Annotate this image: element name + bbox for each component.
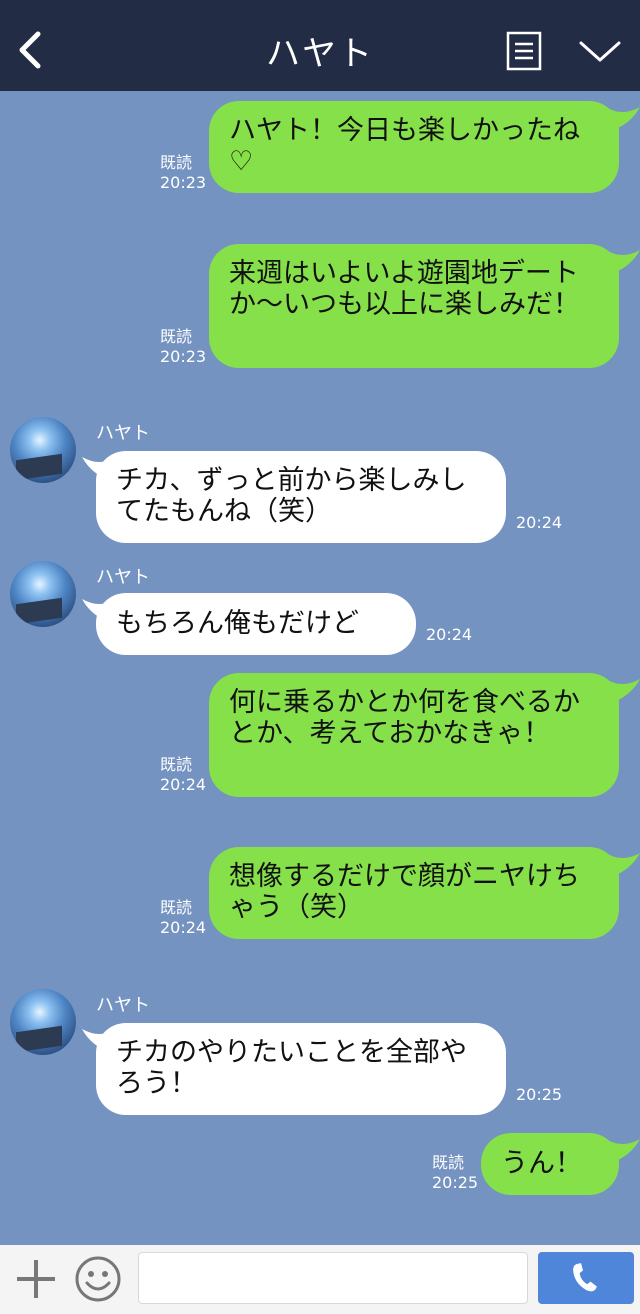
message-time: 20:24 (160, 918, 207, 937)
message-text: チカのやりたいことを全部やろう！ (116, 1037, 467, 1099)
phone-icon (573, 1263, 597, 1292)
message-text: うん！ (501, 1148, 582, 1179)
message-time: 20:24 (516, 513, 563, 532)
message-input[interactable] (138, 1252, 528, 1304)
message-list[interactable]: 既読 20:23 ハヤト！今日も楽しかったね♡ 既読 20:23 来週はいよいよ… (0, 91, 640, 1245)
menu-icon[interactable] (506, 31, 542, 71)
bubble-tail (606, 679, 640, 703)
message-time: 20:24 (426, 625, 473, 644)
message-bubble-sent[interactable]: 何に乗るかとか何を食べるかとか、考えておかなきゃ！ (209, 673, 619, 797)
message-text: ハヤト！今日も楽しかったね♡ (229, 115, 580, 177)
message-meta: 既読 20:24 (160, 755, 206, 795)
message-bubble-sent[interactable]: ハヤト！今日も楽しかったね♡ (209, 101, 619, 193)
bubble-tail (606, 853, 640, 877)
bubble-tail (606, 250, 640, 274)
message-time: 20:25 (516, 1085, 563, 1104)
message-time: 20:23 (160, 173, 207, 192)
read-receipt: 既読 (432, 1153, 465, 1172)
message-bubble-received[interactable]: もちろん俺もだけど (96, 593, 416, 655)
read-receipt: 既読 (160, 898, 193, 917)
message-composer (0, 1245, 640, 1314)
call-button[interactable] (538, 1252, 634, 1304)
avatar[interactable] (10, 989, 76, 1055)
message-bubble-received[interactable]: チカ、ずっと前から楽しみしてたもんね（笑） (96, 451, 506, 543)
avatar[interactable] (10, 417, 76, 483)
message-text: もちろん俺もだけど (116, 608, 359, 639)
message-bubble-sent[interactable]: 来週はいよいよ遊園地デートか〜いつも以上に楽しみだ！ (209, 244, 619, 368)
chat-title: ハヤト (266, 34, 374, 74)
chat-header: ハヤト (0, 0, 640, 91)
message-text: 来週はいよいよ遊園地デートか〜いつも以上に楽しみだ！ (229, 258, 580, 320)
read-receipt: 既読 (160, 153, 193, 172)
message-text: 何に乗るかとか何を食べるかとか、考えておかなきゃ！ (229, 687, 580, 749)
message-meta: 既読 20:24 (160, 898, 206, 938)
message-time: 20:23 (160, 347, 207, 366)
message-meta: 既読 20:23 (160, 327, 206, 367)
message-bubble-sent[interactable]: うん！ (481, 1133, 619, 1195)
message-bubble-received[interactable]: チカのやりたいことを全部やろう！ (96, 1023, 506, 1115)
sender-name: ハヤト (96, 423, 150, 444)
read-receipt: 既読 (160, 327, 193, 346)
chevron-down-icon[interactable] (578, 38, 622, 66)
read-receipt: 既読 (160, 755, 193, 774)
plus-icon[interactable] (14, 1257, 58, 1301)
message-time: 20:24 (160, 775, 207, 794)
message-meta: 既読 20:23 (160, 153, 206, 193)
avatar[interactable] (10, 561, 76, 627)
sender-name: ハヤト (96, 567, 150, 588)
message-text: 想像するだけで顔がニヤけちゃう（笑） (229, 861, 580, 923)
sender-name: ハヤト (96, 995, 150, 1016)
message-meta: 既読 20:25 (432, 1153, 478, 1193)
message-bubble-sent[interactable]: 想像するだけで顔がニヤけちゃう（笑） (209, 847, 619, 939)
bubble-tail (606, 1139, 640, 1163)
message-time: 20:25 (432, 1173, 479, 1192)
message-text: チカ、ずっと前から楽しみしてたもんね（笑） (116, 465, 467, 527)
bubble-tail (606, 107, 640, 131)
smile-icon[interactable] (74, 1255, 122, 1303)
